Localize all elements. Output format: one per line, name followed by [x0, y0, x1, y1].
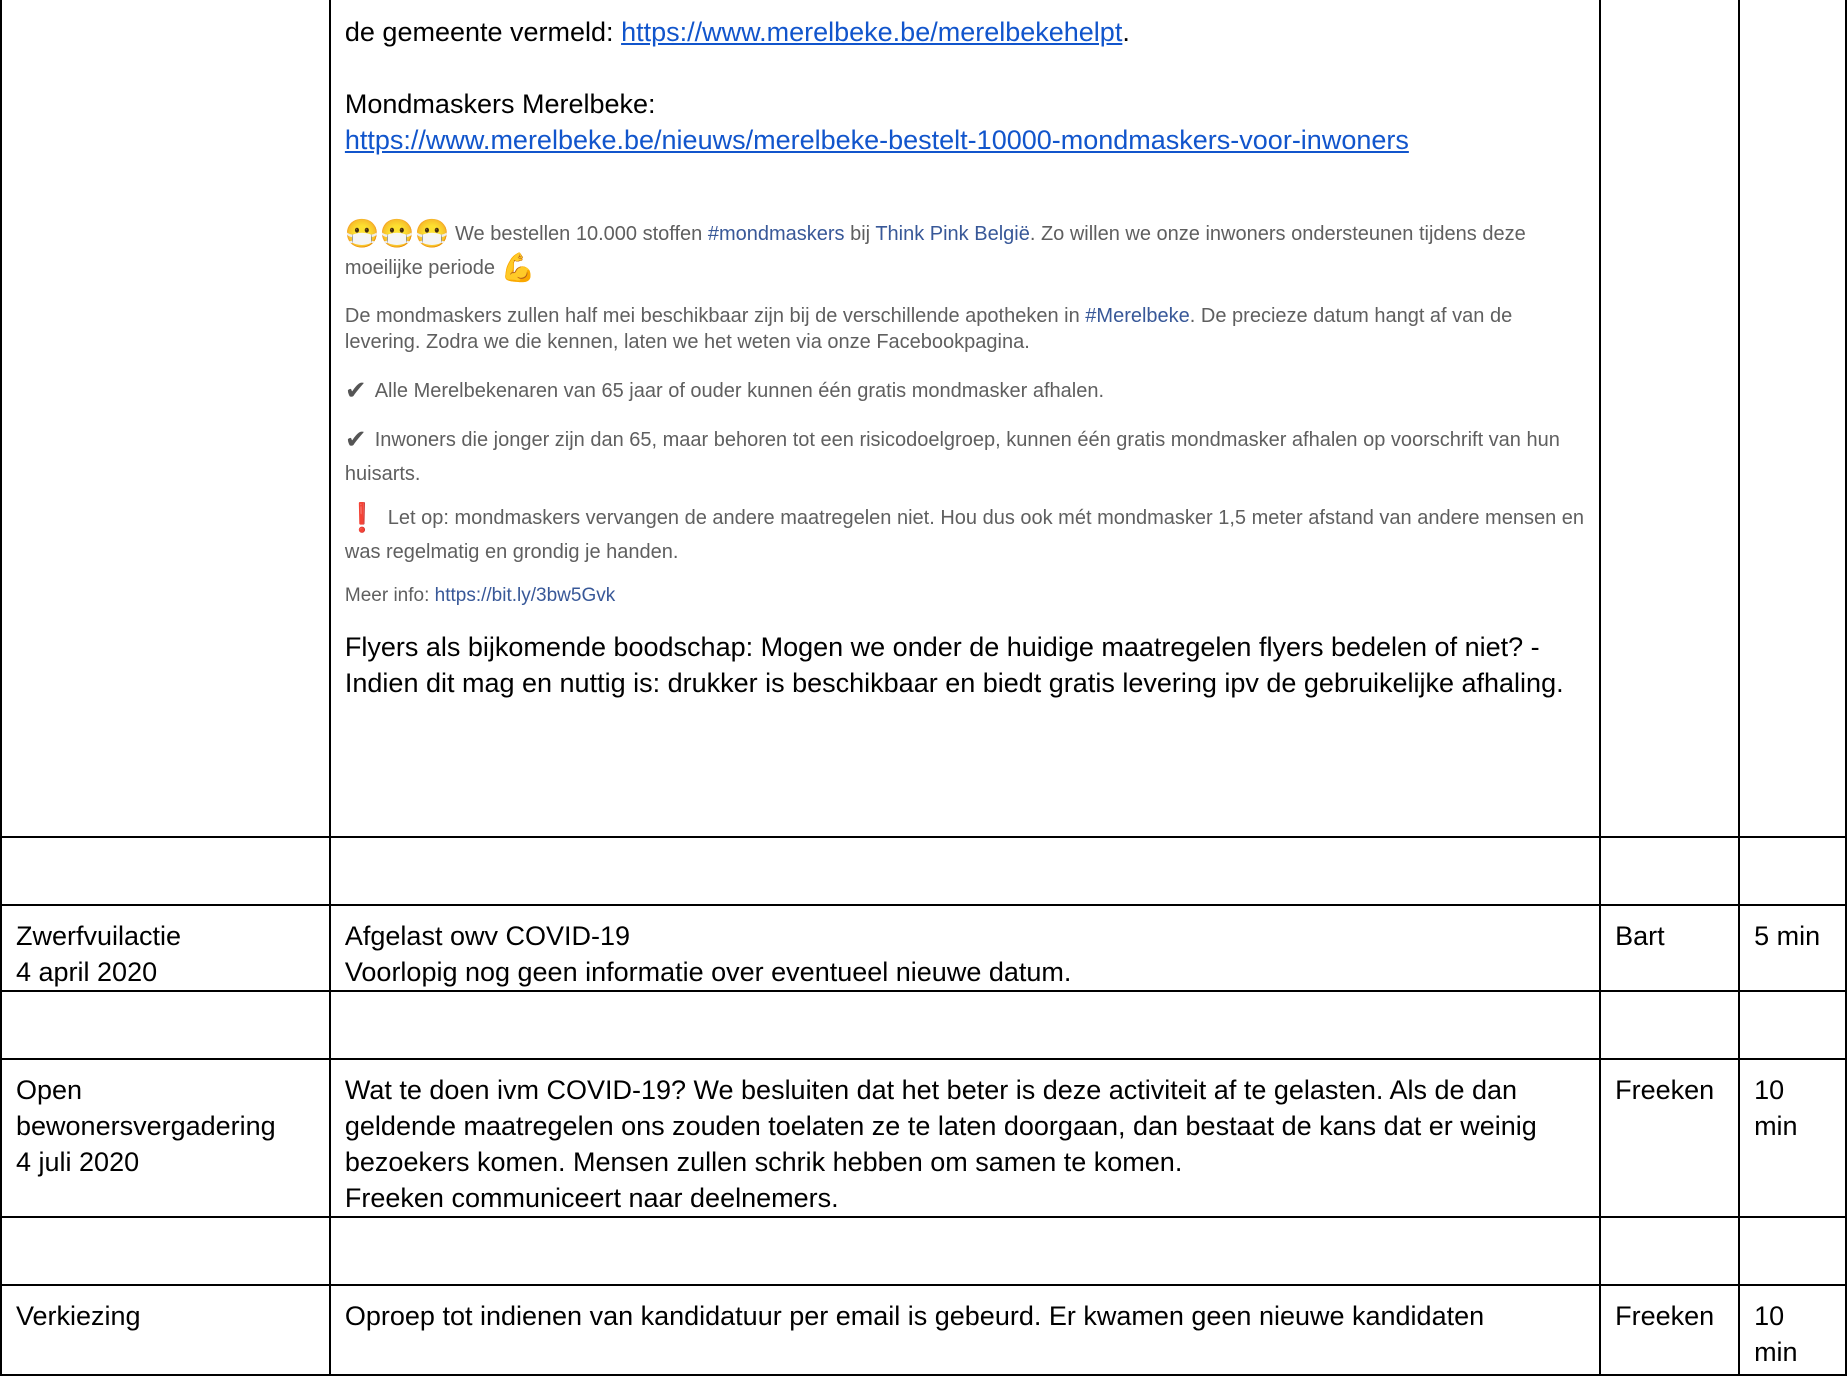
content-cell: Afgelast owv COVID-19 Voorlopig nog geen… [328, 904, 1602, 992]
facebook-post: 😷😷😷 We bestellen 10.000 stoffen #mondmas… [345, 217, 1585, 613]
empty-cell [1599, 1216, 1741, 1286]
checkmark-icon: ✔ [344, 375, 367, 405]
owner-cell: Bart [1599, 904, 1741, 992]
content-text: Voorlopig nog geen informatie over event… [344, 957, 1072, 987]
table-row: Verkiezing Oproep tot indienen van kandi… [0, 1284, 1847, 1376]
flexed-biceps-emoji-icon: 💪 [500, 252, 536, 283]
owner-cell: Freeken [1599, 1058, 1741, 1218]
duration-cell [1738, 0, 1847, 838]
duration-cell: 10 min [1738, 1058, 1847, 1218]
empty-cell [328, 990, 1602, 1060]
topic-title: Open bewonersvergadering [16, 1075, 276, 1141]
masks-heading: Mondmaskers Merelbeke: [344, 89, 656, 119]
topic-date: 4 april 2020 [16, 957, 158, 987]
content-text: Afgelast owv COVID-19 [344, 921, 630, 951]
empty-cell [1738, 990, 1847, 1060]
fb-paragraph-availability: De mondmaskers zullen half mei beschikba… [344, 305, 1513, 353]
empty-cell [328, 836, 1602, 906]
fb-paragraph-risk-group: ✔ Inwoners die jonger zijn dan 65, maar b… [344, 424, 1560, 485]
table-row: Zwerfvuilactie 4 april 2020 Afgelast owv… [0, 904, 1847, 992]
topic-cell: Open bewonersvergadering 4 juli 2020 [0, 1058, 331, 1218]
topic-cell [0, 0, 331, 838]
table-row: Open bewonersvergadering 4 juli 2020 Wat… [0, 1058, 1847, 1218]
spacer-row [0, 1216, 1847, 1286]
content-cell: Oproep tot indienen van kandidatuur per … [328, 1284, 1602, 1376]
agenda-table: de gemeente vermeld: https://www.merelbe… [0, 0, 1847, 1376]
owner-cell: Freeken [1599, 1284, 1741, 1376]
content-text: Freeken communiceert naar deelnemers. [344, 1183, 839, 1213]
empty-cell [0, 1216, 331, 1286]
flyers-text: Flyers als bijkomende boodschap: Mogen w… [344, 632, 1564, 698]
merelbekehelpt-link[interactable]: https://www.merelbeke.be/merelbekehelpt [621, 17, 1122, 47]
face-mask-emoji-icon: 😷😷😷 [344, 218, 450, 249]
fb-paragraph-order: 😷😷😷 We bestellen 10.000 stoffen #mondmas… [344, 218, 1526, 283]
think-pink-link[interactable]: Think Pink België [875, 223, 1030, 245]
checkmark-icon: ✔ [344, 424, 367, 454]
fb-paragraph-seniors: ✔ Alle Merelbekenaren van 65 jaar of oude… [344, 375, 1105, 405]
table-row: de gemeente vermeld: https://www.merelbe… [0, 0, 1847, 838]
fb-paragraph-warning: ❗ Let op: mondmaskers vervangen de andere… [344, 502, 1585, 563]
empty-cell [1738, 836, 1847, 906]
masks-news-link[interactable]: https://www.merelbeke.be/nieuws/merelbek… [345, 125, 1409, 155]
content-cell: de gemeente vermeld: https://www.merelbe… [328, 0, 1602, 838]
topic-date: 4 juli 2020 [16, 1147, 140, 1177]
masks-news-line: https://www.merelbeke.be/nieuws/merelbek… [345, 122, 1585, 158]
empty-cell [1599, 836, 1741, 906]
fb-more-info: Meer info: https://bit.ly/3bw5Gvk [344, 585, 616, 606]
merelbekehelpt-line: de gemeente vermeld: https://www.merelbe… [344, 17, 1130, 47]
topic-cell: Zwerfvuilactie 4 april 2020 [0, 904, 331, 992]
topic-cell: Verkiezing [0, 1284, 331, 1376]
content-text: Wat te doen ivm COVID-19? We besluiten d… [344, 1075, 1537, 1177]
spacer-row [0, 990, 1847, 1060]
empty-cell [0, 836, 331, 906]
owner-cell [1599, 0, 1741, 838]
bitly-link[interactable]: https://bit.ly/3bw5Gvk [435, 585, 616, 606]
empty-cell [0, 990, 331, 1060]
empty-cell [1738, 1216, 1847, 1286]
hashtag-mondmaskers-link[interactable]: #mondmaskers [708, 223, 845, 245]
hashtag-merelbeke-link[interactable]: #Merelbeke [1085, 305, 1190, 327]
content-cell: Wat te doen ivm COVID-19? We besluiten d… [328, 1058, 1602, 1218]
duration-cell: 10 min [1738, 1284, 1847, 1376]
topic-title: Zwerfvuilactie [16, 921, 182, 951]
spacer-row [0, 836, 1847, 906]
duration-cell: 5 min [1738, 904, 1847, 992]
exclamation-icon: ❗ [344, 502, 380, 533]
empty-cell [328, 1216, 1602, 1286]
empty-cell [1599, 990, 1741, 1060]
